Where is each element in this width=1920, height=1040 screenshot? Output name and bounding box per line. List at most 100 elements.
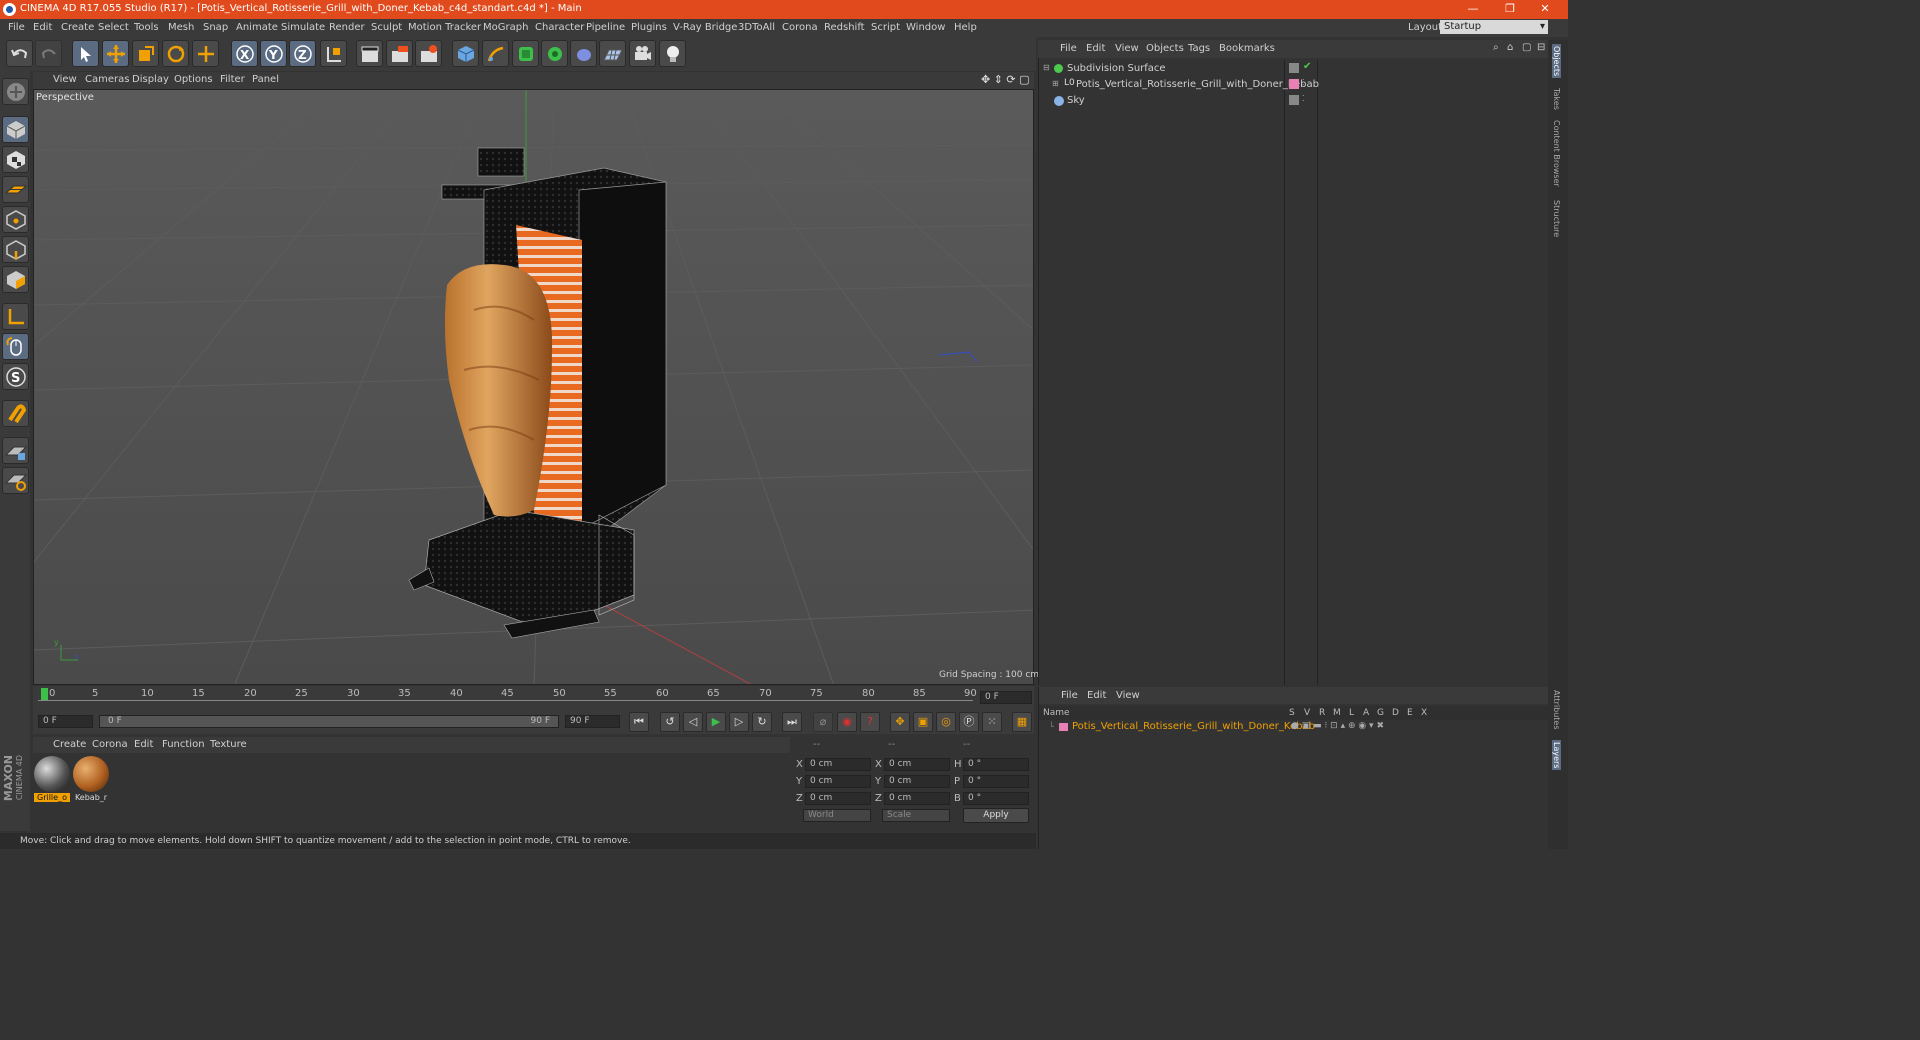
render-picture-viewer-button[interactable] <box>386 40 413 67</box>
points-mode-button[interactable] <box>2 206 29 233</box>
vp-menu-display[interactable]: Display <box>132 74 169 85</box>
vp-menu-options[interactable]: Options <box>174 74 213 85</box>
play-button[interactable]: ▶ <box>706 712 726 732</box>
menu-plugins[interactable]: Plugins <box>631 22 667 33</box>
size-x-field[interactable]: 0 cm <box>884 758 950 771</box>
layer-menu-file[interactable]: File <box>1061 690 1078 701</box>
axis-mode-button[interactable] <box>2 303 29 330</box>
x-axis-lock-button[interactable]: X <box>231 40 258 67</box>
tab-structure[interactable]: Structure <box>1552 200 1561 237</box>
layer-col-x[interactable]: X <box>1421 708 1427 718</box>
expand-icon[interactable]: ⊞ <box>1052 79 1059 88</box>
key-rotation-button[interactable]: ◎ <box>936 712 956 732</box>
menu-animate[interactable]: Animate <box>236 22 278 33</box>
obj-menu-objects[interactable]: Objects <box>1146 43 1184 54</box>
layer-menu-edit[interactable]: Edit <box>1087 690 1106 701</box>
menu-sculpt[interactable]: Sculpt <box>371 22 402 33</box>
object-row-grill[interactable]: ⊞ L0 Potis_Vertical_Rotisserie_Grill_wit… <box>1042 77 1319 93</box>
tab-objects[interactable]: Objects <box>1552 44 1561 79</box>
menu-mograph[interactable]: MoGraph <box>483 22 528 33</box>
size-z-field[interactable]: 0 cm <box>884 792 950 805</box>
obj-menu-view[interactable]: View <box>1115 43 1139 54</box>
mat-menu-edit[interactable]: Edit <box>134 739 153 750</box>
layer-name[interactable]: Potis_Vertical_Rotisserie_Grill_with_Don… <box>1072 721 1315 732</box>
tab-attributes[interactable]: Attributes <box>1552 690 1561 730</box>
menu-edit[interactable]: Edit <box>33 22 52 33</box>
position-x-field[interactable]: 0 cm <box>805 758 871 771</box>
next-key-button[interactable]: ↻ <box>752 712 772 732</box>
menu-simulate[interactable]: Simulate <box>281 22 325 33</box>
obj-menu-bookmarks[interactable]: Bookmarks <box>1219 43 1275 54</box>
menu-script[interactable]: Script <box>871 22 900 33</box>
layer-row[interactable]: └ Potis_Vertical_Rotisserie_Grill_with_D… <box>1039 720 1549 734</box>
subdivision-surface-button[interactable] <box>512 40 539 67</box>
polygons-mode-button[interactable] <box>2 266 29 293</box>
mat-menu-texture[interactable]: Texture <box>210 739 247 750</box>
restore-button[interactable]: ❐ <box>1497 2 1523 17</box>
go-to-start-button[interactable]: ⏮ <box>629 712 649 732</box>
position-y-field[interactable]: 0 cm <box>805 775 871 788</box>
texture-mode-button[interactable] <box>2 146 29 173</box>
coord-mode-dropdown[interactable]: Scale <box>882 809 950 822</box>
layer-menu-view[interactable]: View <box>1116 690 1140 701</box>
layer-col-v[interactable]: V <box>1304 708 1310 718</box>
vp-menu-panel[interactable]: Panel <box>252 74 279 85</box>
material-kebab[interactable]: Kebab_r <box>73 756 109 802</box>
vp-menu-filter[interactable]: Filter <box>220 74 245 85</box>
render-view-button[interactable] <box>356 40 383 67</box>
layer-col-e[interactable]: E <box>1407 708 1413 718</box>
render-settings-button[interactable] <box>415 40 442 67</box>
collapse-icon[interactable]: ⊟ <box>1043 63 1050 72</box>
mat-menu-function[interactable]: Function <box>162 739 205 750</box>
redo-button[interactable] <box>35 40 62 67</box>
home-icon[interactable]: ⌂ <box>1507 42 1513 53</box>
next-frame-button[interactable]: ▷ <box>729 712 749 732</box>
layer-col-m[interactable]: M <box>1333 708 1341 718</box>
menu-pipeline[interactable]: Pipeline <box>586 22 625 33</box>
autokey-button[interactable]: ◉ <box>837 712 857 732</box>
layer-flags-icons[interactable]: ● ▣ ▬ ⁝ ⊡ ▴ ⊕ ◉ ▾ ✖ <box>1291 721 1384 731</box>
menu-corona[interactable]: Corona <box>782 22 818 33</box>
scale-tool-button[interactable] <box>132 40 159 67</box>
mat-menu-create[interactable]: Create <box>53 739 86 750</box>
key-parameter-button[interactable]: Ⓟ <box>959 712 979 732</box>
undo-button[interactable] <box>6 40 33 67</box>
enable-snap-button[interactable] <box>2 400 29 427</box>
visibility-dots-icon[interactable]: ⁚ <box>1302 94 1305 103</box>
deformer-button[interactable] <box>570 40 597 67</box>
current-frame-field[interactable]: 0 F <box>980 691 1032 704</box>
visibility-dots-icon[interactable]: ⁚ <box>1302 78 1305 87</box>
workplane-mode-button[interactable] <box>2 176 29 203</box>
tweak-mode-button[interactable] <box>2 333 29 360</box>
transform-tool-button[interactable] <box>192 40 219 67</box>
size-y-field[interactable]: 0 cm <box>884 775 950 788</box>
perspective-viewport[interactable]: y z <box>33 89 1034 685</box>
cloner-button[interactable] <box>541 40 568 67</box>
vp-menu-cameras[interactable]: Cameras <box>85 74 129 85</box>
rotation-h-field[interactable]: 0 ° <box>963 758 1029 771</box>
planar-workplane-button[interactable] <box>2 467 29 494</box>
locked-workplane-button[interactable] <box>2 437 29 464</box>
layer-col-r[interactable]: R <box>1319 708 1325 718</box>
object-row-subdivision[interactable]: ⊟ Subdivision Surface <box>1042 61 1285 77</box>
z-axis-lock-button[interactable]: Z <box>289 40 316 67</box>
minimize-button[interactable]: — <box>1460 2 1486 17</box>
position-z-field[interactable]: 0 cm <box>805 792 871 805</box>
new-window-icon[interactable]: ⊟ <box>1537 42 1545 53</box>
previous-frame-button[interactable]: ◁ <box>683 712 703 732</box>
material-grille[interactable]: Grille_o <box>34 756 70 802</box>
obj-menu-tags[interactable]: Tags <box>1188 43 1210 54</box>
menu-vray-bridge[interactable]: V-Ray Bridge <box>673 22 737 33</box>
menu-tools[interactable]: Tools <box>134 22 159 33</box>
menu-mesh[interactable]: Mesh <box>168 22 194 33</box>
key-scale-button[interactable]: ▣ <box>913 712 933 732</box>
previous-key-button[interactable]: ↺ <box>660 712 680 732</box>
make-editable-button[interactable] <box>2 78 29 105</box>
live-selection-button[interactable] <box>72 40 99 67</box>
viewport-scene[interactable]: y z <box>34 90 1034 685</box>
coord-space-dropdown[interactable]: World <box>803 809 871 822</box>
keyframe-selection-button[interactable]: ? <box>860 712 880 732</box>
menu-snap[interactable]: Snap <box>203 22 228 33</box>
menu-3dtoall[interactable]: 3DToAll <box>738 22 775 33</box>
snap-button[interactable]: S <box>2 363 29 390</box>
